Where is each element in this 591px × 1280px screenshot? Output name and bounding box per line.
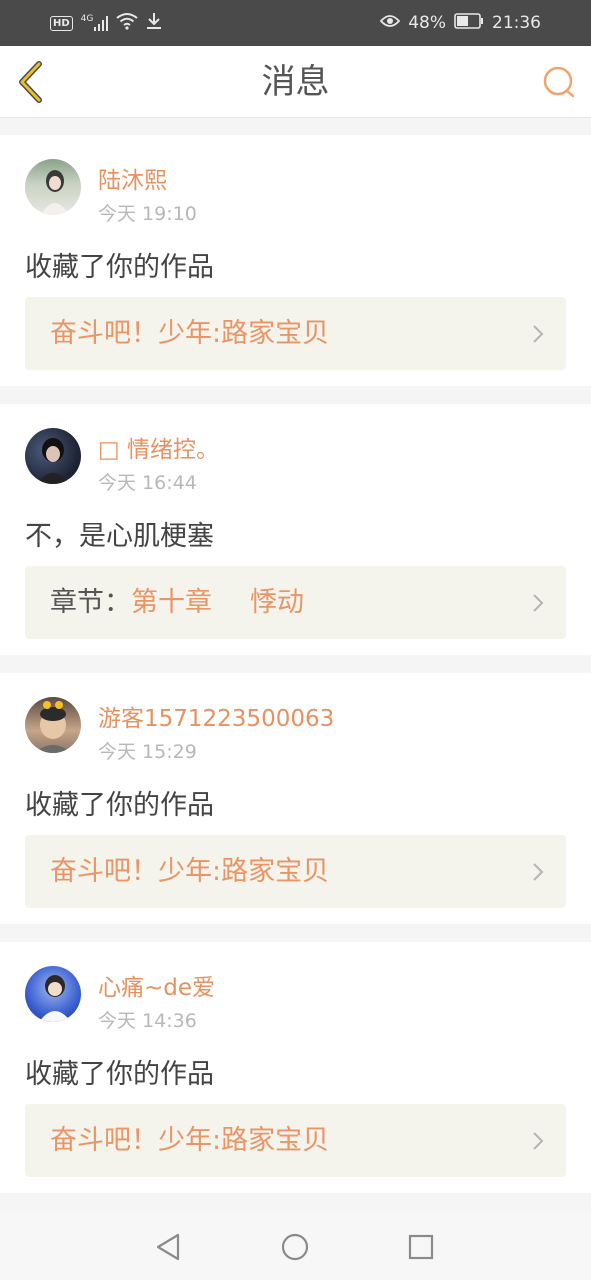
- message-card: 心痛~de爱 今天 14:36 收藏了你的作品 奋斗吧！少年:路家宝贝: [0, 942, 591, 1193]
- eye-icon: [379, 13, 401, 33]
- status-left: HD 4G: [50, 12, 162, 35]
- timestamp: 今天 14:36: [98, 1010, 197, 1032]
- signal-icon: 4G: [81, 15, 109, 31]
- message-card: 游客1571223500063 今天 15:29 收藏了你的作品 奋斗吧！少年:…: [0, 673, 591, 924]
- message-text: 收藏了你的作品: [25, 252, 214, 283]
- chevron-right-icon: [533, 863, 544, 881]
- chevron-right-icon: [533, 594, 544, 612]
- work-link[interactable]: 奋斗吧！少年:路家宝贝: [25, 835, 566, 908]
- work-title: 奋斗吧！少年:路家宝贝: [50, 856, 330, 887]
- chevron-right-icon: [533, 1132, 544, 1150]
- search-button[interactable]: [541, 64, 577, 100]
- chapter-link-label: 章节：第十章 悸动: [50, 566, 304, 639]
- work-link[interactable]: 奋斗吧！少年:路家宝贝: [25, 297, 566, 370]
- timestamp: 今天 15:29: [98, 741, 197, 763]
- work-link-label: 奋斗吧！少年:路家宝贝: [50, 1104, 329, 1177]
- avatar[interactable]: [25, 966, 81, 1022]
- username[interactable]: □ 情绪控。: [98, 430, 219, 464]
- avatar[interactable]: [25, 428, 81, 484]
- username[interactable]: 游客1571223500063: [98, 699, 334, 733]
- avatar[interactable]: [25, 159, 81, 215]
- chapter-link[interactable]: 章节：第十章 悸动: [25, 566, 566, 639]
- timestamp: 今天 16:44: [98, 472, 197, 494]
- chapter-prefix: 章节：: [50, 587, 131, 618]
- status-right: 48% 21:36: [379, 12, 541, 34]
- work-title: 奋斗吧！少年:路家宝贝: [50, 1125, 330, 1156]
- battery-percent: 48%: [408, 13, 446, 33]
- network-type: 4G: [80, 14, 94, 24]
- clock: 21:36: [492, 13, 541, 33]
- hd-badge: HD: [50, 15, 73, 31]
- message-text: 不，是心肌梗塞: [25, 521, 214, 552]
- username[interactable]: 心痛~de爱: [98, 968, 215, 1002]
- chevron-right-icon: [533, 325, 544, 343]
- username[interactable]: 陆沐熙: [98, 161, 167, 195]
- triangle-back-icon: [156, 1233, 180, 1261]
- system-nav-bar: [0, 1212, 591, 1280]
- chapter-title: 悸动: [250, 587, 304, 618]
- message-text: 收藏了你的作品: [25, 1059, 214, 1090]
- nav-recent-button[interactable]: [404, 1230, 438, 1264]
- download-icon: [146, 12, 162, 35]
- status-bar: HD 4G 48% 21:36: [0, 0, 591, 46]
- message-card: 陆沐熙 今天 19:10 收藏了你的作品 奋斗吧！少年:路家宝贝: [0, 135, 591, 386]
- work-link-label: 奋斗吧！少年:路家宝贝: [50, 297, 329, 370]
- work-link[interactable]: 奋斗吧！少年:路家宝贝: [25, 1104, 566, 1177]
- page-title: 消息: [261, 62, 330, 102]
- search-icon: [543, 66, 575, 98]
- message-text: 收藏了你的作品: [25, 790, 214, 821]
- timestamp: 今天 19:10: [98, 203, 197, 225]
- battery-icon: [454, 12, 484, 34]
- title-bar: 消息: [0, 46, 591, 118]
- nav-back-button[interactable]: [152, 1230, 186, 1264]
- circle-home-icon: [281, 1233, 309, 1261]
- work-link-label: 奋斗吧！少年:路家宝贝: [50, 835, 329, 908]
- message-card: □ 情绪控。 今天 16:44 不，是心肌梗塞 章节：第十章 悸动: [0, 404, 591, 655]
- chapter-number: 第十章: [131, 587, 212, 618]
- avatar[interactable]: [25, 697, 81, 753]
- wifi-icon: [116, 12, 138, 35]
- square-recent-icon: [408, 1234, 434, 1260]
- work-title: 奋斗吧！少年:路家宝贝: [50, 318, 330, 349]
- nav-home-button[interactable]: [278, 1230, 312, 1264]
